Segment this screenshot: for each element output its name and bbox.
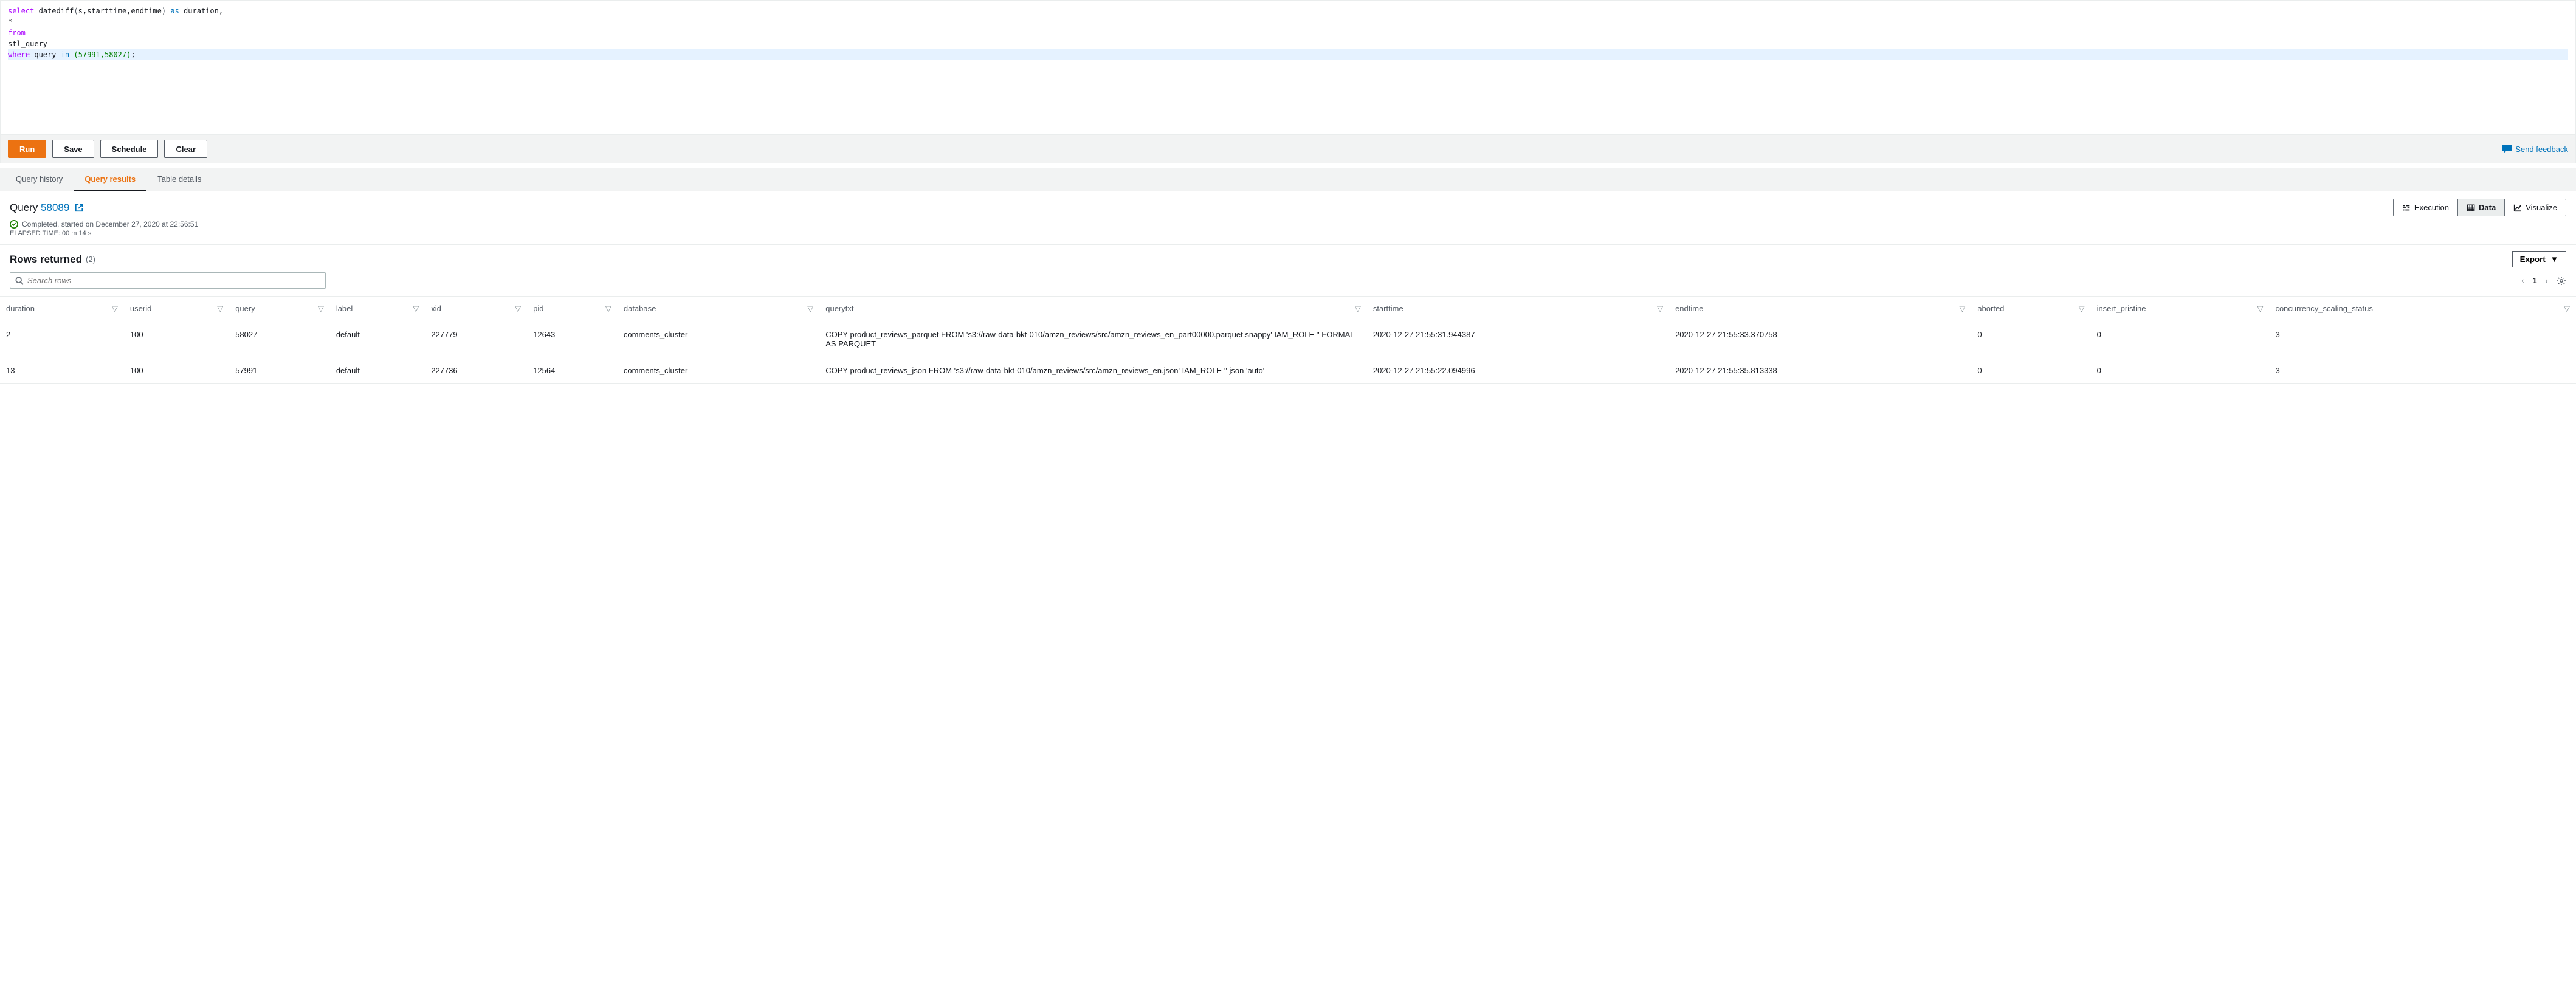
sort-icon: ▽ [2079, 304, 2085, 314]
cell-xid: 227736 [425, 357, 527, 384]
status-text: Completed, started on December 27, 2020 … [22, 220, 198, 229]
elapsed-time: ELAPSED TIME: 00 m 14 s [10, 230, 2566, 237]
col-label[interactable]: label▽ [330, 297, 425, 321]
col-concurrency_scaling_status[interactable]: concurrency_scaling_status▽ [2269, 297, 2576, 321]
results-tabs: Query historyQuery resultsTable details [0, 168, 2576, 191]
table-row[interactable]: 1310057991default22773612564comments_clu… [0, 357, 2576, 384]
col-userid[interactable]: userid▽ [124, 297, 229, 321]
search-icon [15, 277, 24, 285]
table-header-row: duration▽userid▽query▽label▽xid▽pid▽data… [0, 297, 2576, 321]
col-query[interactable]: query▽ [229, 297, 330, 321]
search-row: ‹ 1 › [0, 270, 2576, 296]
cell-query: 58027 [229, 321, 330, 357]
save-button[interactable]: Save [52, 140, 94, 158]
cell-pid: 12643 [527, 321, 618, 357]
rows-returned-title: Rows returned [10, 253, 82, 266]
success-icon [10, 220, 18, 229]
view-toggle: ExecutionDataVisualize [2393, 199, 2566, 216]
col-duration[interactable]: duration▽ [0, 297, 124, 321]
prev-page[interactable]: ‹ [2521, 276, 2524, 285]
sort-icon: ▽ [2564, 304, 2570, 314]
results-table: duration▽userid▽query▽label▽xid▽pid▽data… [0, 296, 2576, 384]
tab-query-results[interactable]: Query results [74, 168, 146, 191]
query-id-link[interactable]: 58089 [41, 202, 69, 213]
cell-xid: 227779 [425, 321, 527, 357]
table-row[interactable]: 210058027default22777912643comments_clus… [0, 321, 2576, 357]
cell-aborted: 0 [1971, 321, 2090, 357]
view-visualize[interactable]: Visualize [2505, 199, 2566, 216]
pager: ‹ 1 › [2521, 276, 2566, 286]
cell-insert_pristine: 0 [2091, 357, 2270, 384]
col-database[interactable]: database▽ [618, 297, 819, 321]
page-number: 1 [2532, 276, 2536, 285]
tab-table-details[interactable]: Table details [146, 168, 212, 191]
sort-icon: ▽ [807, 304, 813, 314]
cell-concurrency_scaling_status: 3 [2269, 321, 2576, 357]
col-pid[interactable]: pid▽ [527, 297, 618, 321]
sort-icon: ▽ [605, 304, 611, 314]
sort-icon: ▽ [1657, 304, 1663, 314]
query-info-section: Query 58089 ExecutionDataVisualize Compl… [0, 191, 2576, 245]
cell-endtime: 2020-12-27 21:55:33.370758 [1669, 321, 1971, 357]
col-insert_pristine[interactable]: insert_pristine▽ [2091, 297, 2270, 321]
sort-icon: ▽ [217, 304, 223, 314]
sort-icon: ▽ [318, 304, 324, 314]
search-input[interactable] [27, 276, 320, 285]
sort-icon: ▽ [112, 304, 118, 314]
caret-down-icon: ▼ [2550, 255, 2558, 264]
cell-label: default [330, 357, 425, 384]
cell-starttime: 2020-12-27 21:55:31.944387 [1367, 321, 1669, 357]
next-page[interactable]: › [2546, 276, 2548, 285]
export-button[interactable]: Export ▼ [2512, 251, 2566, 267]
cell-endtime: 2020-12-27 21:55:35.813338 [1669, 357, 1971, 384]
cell-duration: 13 [0, 357, 124, 384]
cell-concurrency_scaling_status: 3 [2269, 357, 2576, 384]
col-xid[interactable]: xid▽ [425, 297, 527, 321]
gear-icon[interactable] [2557, 276, 2566, 286]
clear-button[interactable]: Clear [164, 140, 207, 158]
cell-database: comments_cluster [618, 321, 819, 357]
view-data[interactable]: Data [2458, 199, 2505, 216]
sort-icon: ▽ [515, 304, 521, 314]
export-label: Export [2520, 255, 2546, 264]
resize-handle[interactable] [0, 163, 2576, 168]
col-aborted[interactable]: aborted▽ [1971, 297, 2090, 321]
cell-database: comments_cluster [618, 357, 819, 384]
cell-pid: 12564 [527, 357, 618, 384]
tab-query-history[interactable]: Query history [5, 168, 74, 191]
cell-querytxt: COPY product_reviews_json FROM 's3://raw… [819, 357, 1367, 384]
feedback-label: Send feedback [2515, 145, 2568, 154]
cell-starttime: 2020-12-27 21:55:22.094996 [1367, 357, 1669, 384]
rows-count: (2) [86, 255, 95, 264]
send-feedback-link[interactable]: Send feedback [2502, 145, 2568, 154]
sort-icon: ▽ [2257, 304, 2263, 314]
cell-aborted: 0 [1971, 357, 2090, 384]
rows-header: Rows returned (2) Export ▼ [0, 245, 2576, 270]
view-execution[interactable]: Execution [2393, 199, 2458, 216]
col-endtime[interactable]: endtime▽ [1669, 297, 1971, 321]
cell-insert_pristine: 0 [2091, 321, 2270, 357]
cell-label: default [330, 321, 425, 357]
schedule-button[interactable]: Schedule [100, 140, 159, 158]
run-button[interactable]: Run [8, 140, 46, 158]
col-starttime[interactable]: starttime▽ [1367, 297, 1669, 321]
cell-userid: 100 [124, 357, 229, 384]
sort-icon: ▽ [413, 304, 419, 314]
cell-query: 57991 [229, 357, 330, 384]
cell-duration: 2 [0, 321, 124, 357]
editor-toolbar: Run Save Schedule Clear Send feedback [0, 135, 2576, 163]
query-title: Query 58089 [10, 202, 83, 214]
external-link-icon [75, 204, 83, 212]
sql-editor[interactable]: select datediff(s,starttime,endtime) as … [0, 0, 2576, 135]
cell-userid: 100 [124, 321, 229, 357]
sort-icon: ▽ [1959, 304, 1965, 314]
cell-querytxt: COPY product_reviews_parquet FROM 's3://… [819, 321, 1367, 357]
col-querytxt[interactable]: querytxt▽ [819, 297, 1367, 321]
feedback-icon [2502, 145, 2512, 153]
query-prefix: Query [10, 202, 41, 213]
sort-icon: ▽ [1355, 304, 1361, 314]
search-wrap [10, 272, 326, 289]
